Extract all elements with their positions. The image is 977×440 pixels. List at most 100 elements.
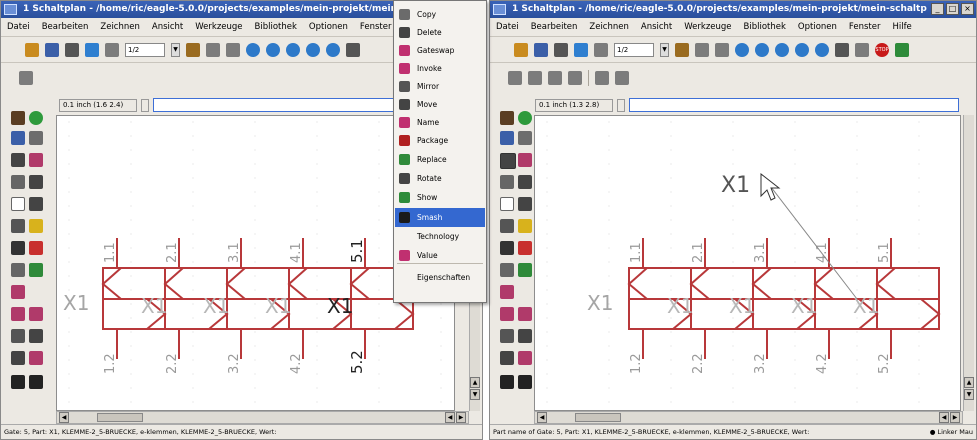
go-icon[interactable] [895,42,909,57]
h-scroll-thumb[interactable] [97,413,143,422]
app-icon[interactable] [4,4,17,15]
value-tool-icon[interactable] [518,307,532,321]
scroll-right-icon[interactable]: ▶ [950,412,960,423]
invoke2-tool-icon[interactable] [518,351,532,365]
param-style5-icon[interactable] [595,70,609,85]
param-style1-icon[interactable] [508,70,522,85]
ulp-icon[interactable] [695,42,709,57]
undo-list-icon[interactable] [715,42,729,57]
scroll-left-icon[interactable]: ◀ [537,412,547,423]
right-titlebar[interactable]: 1 Schaltplan - /home/ric/eagle-5.0.0/pro… [490,1,976,18]
menu-hilfe[interactable]: Hilfe [892,18,911,36]
print-icon[interactable] [554,42,568,57]
menu-item-gateswap[interactable]: Gateswap [395,41,485,60]
scroll-up-icon[interactable]: ▲ [964,377,974,388]
right-vertical-scrollbar[interactable]: ▲ ▼ [963,115,974,411]
menu-fenster[interactable]: Fenster [360,18,392,36]
pinswap-tool-icon[interactable] [29,219,43,233]
save-icon[interactable] [45,42,59,57]
sheet-combo-arrow-icon[interactable]: ▼ [660,42,669,57]
menu-item-technology[interactable]: Technology [395,227,485,246]
menu-fenster[interactable]: Fenster [849,18,881,36]
name-tool-icon[interactable] [500,307,514,321]
script-icon[interactable] [186,42,200,57]
right-schematic-canvas[interactable]: 1.1 1.2 2.1 2.2 3.1 3.2 4.1 4.2 5.1 5.2 X1 X1 X1 X1 X1… [534,115,961,411]
zoom-fit-icon[interactable] [735,42,749,57]
cam-icon[interactable] [574,42,588,57]
app-icon[interactable] [493,4,506,15]
menu-item-move[interactable]: Move [395,95,485,114]
miter-tool-icon[interactable] [518,329,532,343]
param-style3-icon[interactable] [548,70,562,85]
sheet-combo[interactable]: 1/2 [125,42,165,57]
paste-tool-icon[interactable] [500,219,514,233]
display-icon[interactable] [500,131,514,145]
zoom-select-icon[interactable] [326,42,340,57]
pinswap-tool-icon[interactable] [518,219,532,233]
invoke2-tool-icon[interactable] [29,351,43,365]
delete-tool-icon[interactable] [11,241,25,255]
menu-ansicht[interactable]: Ansicht [641,18,672,36]
mirror-tool-icon[interactable] [500,175,514,189]
menu-item-mirror[interactable]: Mirror [395,77,485,96]
smash-tool-icon[interactable] [11,329,25,343]
menu-item-package[interactable]: Package [395,131,485,150]
param-style6-icon[interactable] [615,70,629,85]
replace-tool-icon[interactable] [11,263,25,277]
menu-werkzeuge[interactable]: Werkzeuge [684,18,731,36]
command-line-input[interactable] [153,98,401,112]
scroll-right-icon[interactable]: ▶ [456,412,466,423]
sheet-combo-arrow-icon[interactable]: ▼ [171,42,180,57]
scroll-down-icon[interactable]: ▼ [964,389,974,400]
info-icon[interactable] [500,111,514,125]
rotate-tool-icon[interactable] [29,175,43,189]
menu-bibliothek[interactable]: Bibliothek [255,18,297,36]
redraw-icon[interactable] [795,42,809,57]
mark-icon[interactable] [518,131,532,145]
board-icon[interactable] [594,42,608,57]
script-icon[interactable] [675,42,689,57]
change-tool-icon[interactable] [518,197,532,211]
scroll-left2-icon[interactable]: ◀ [445,412,455,423]
zoom-in-icon[interactable] [266,42,280,57]
undo-icon[interactable] [346,42,360,57]
zoom-out-icon[interactable] [286,42,300,57]
menu-ansicht[interactable]: Ansicht [152,18,183,36]
invoke-tool-icon[interactable] [500,285,514,299]
scroll-left2-icon[interactable]: ◀ [939,412,949,423]
menu-optionen[interactable]: Optionen [798,18,837,36]
copy-tool-icon[interactable] [518,153,532,167]
wire-tool-icon[interactable] [11,375,25,389]
name-tool-icon[interactable] [11,307,25,321]
smash-tool-icon[interactable] [500,329,514,343]
display-icon[interactable] [11,131,25,145]
menu-item-rotate[interactable]: Rotate [395,169,485,188]
menu-bibliothek[interactable]: Bibliothek [744,18,786,36]
scroll-down-icon[interactable]: ▼ [470,389,480,400]
menu-item-smash[interactable]: Smash [395,208,485,227]
save-icon[interactable] [534,42,548,57]
copy-tool-icon[interactable] [29,153,43,167]
scroll-up-icon[interactable]: ▲ [470,377,480,388]
add-tool-icon[interactable] [518,241,532,255]
text-tool-icon[interactable] [518,375,532,389]
add-tool-icon[interactable] [29,241,43,255]
undo-list-icon[interactable] [226,42,240,57]
zoom-select-icon[interactable] [815,42,829,57]
undo-icon[interactable] [835,42,849,57]
menu-zeichnen[interactable]: Zeichnen [589,18,628,36]
menu-datei[interactable]: Datei [496,18,519,36]
change-tool-icon[interactable] [29,197,43,211]
param-icon[interactable] [19,70,33,85]
text-tool-icon[interactable] [29,375,43,389]
miter-tool-icon[interactable] [29,329,43,343]
menu-datei[interactable]: Datei [7,18,30,36]
maximize-icon[interactable]: □ [946,3,959,15]
menu-item-eigenschaften[interactable]: Eigenschaften [395,268,485,287]
mark-icon[interactable] [29,131,43,145]
redo-icon[interactable] [855,42,869,57]
minimize-icon[interactable]: _ [931,3,944,15]
split-tool-icon[interactable] [500,351,514,365]
open-icon[interactable] [514,42,528,57]
gateswap-tool-icon[interactable] [29,263,43,277]
